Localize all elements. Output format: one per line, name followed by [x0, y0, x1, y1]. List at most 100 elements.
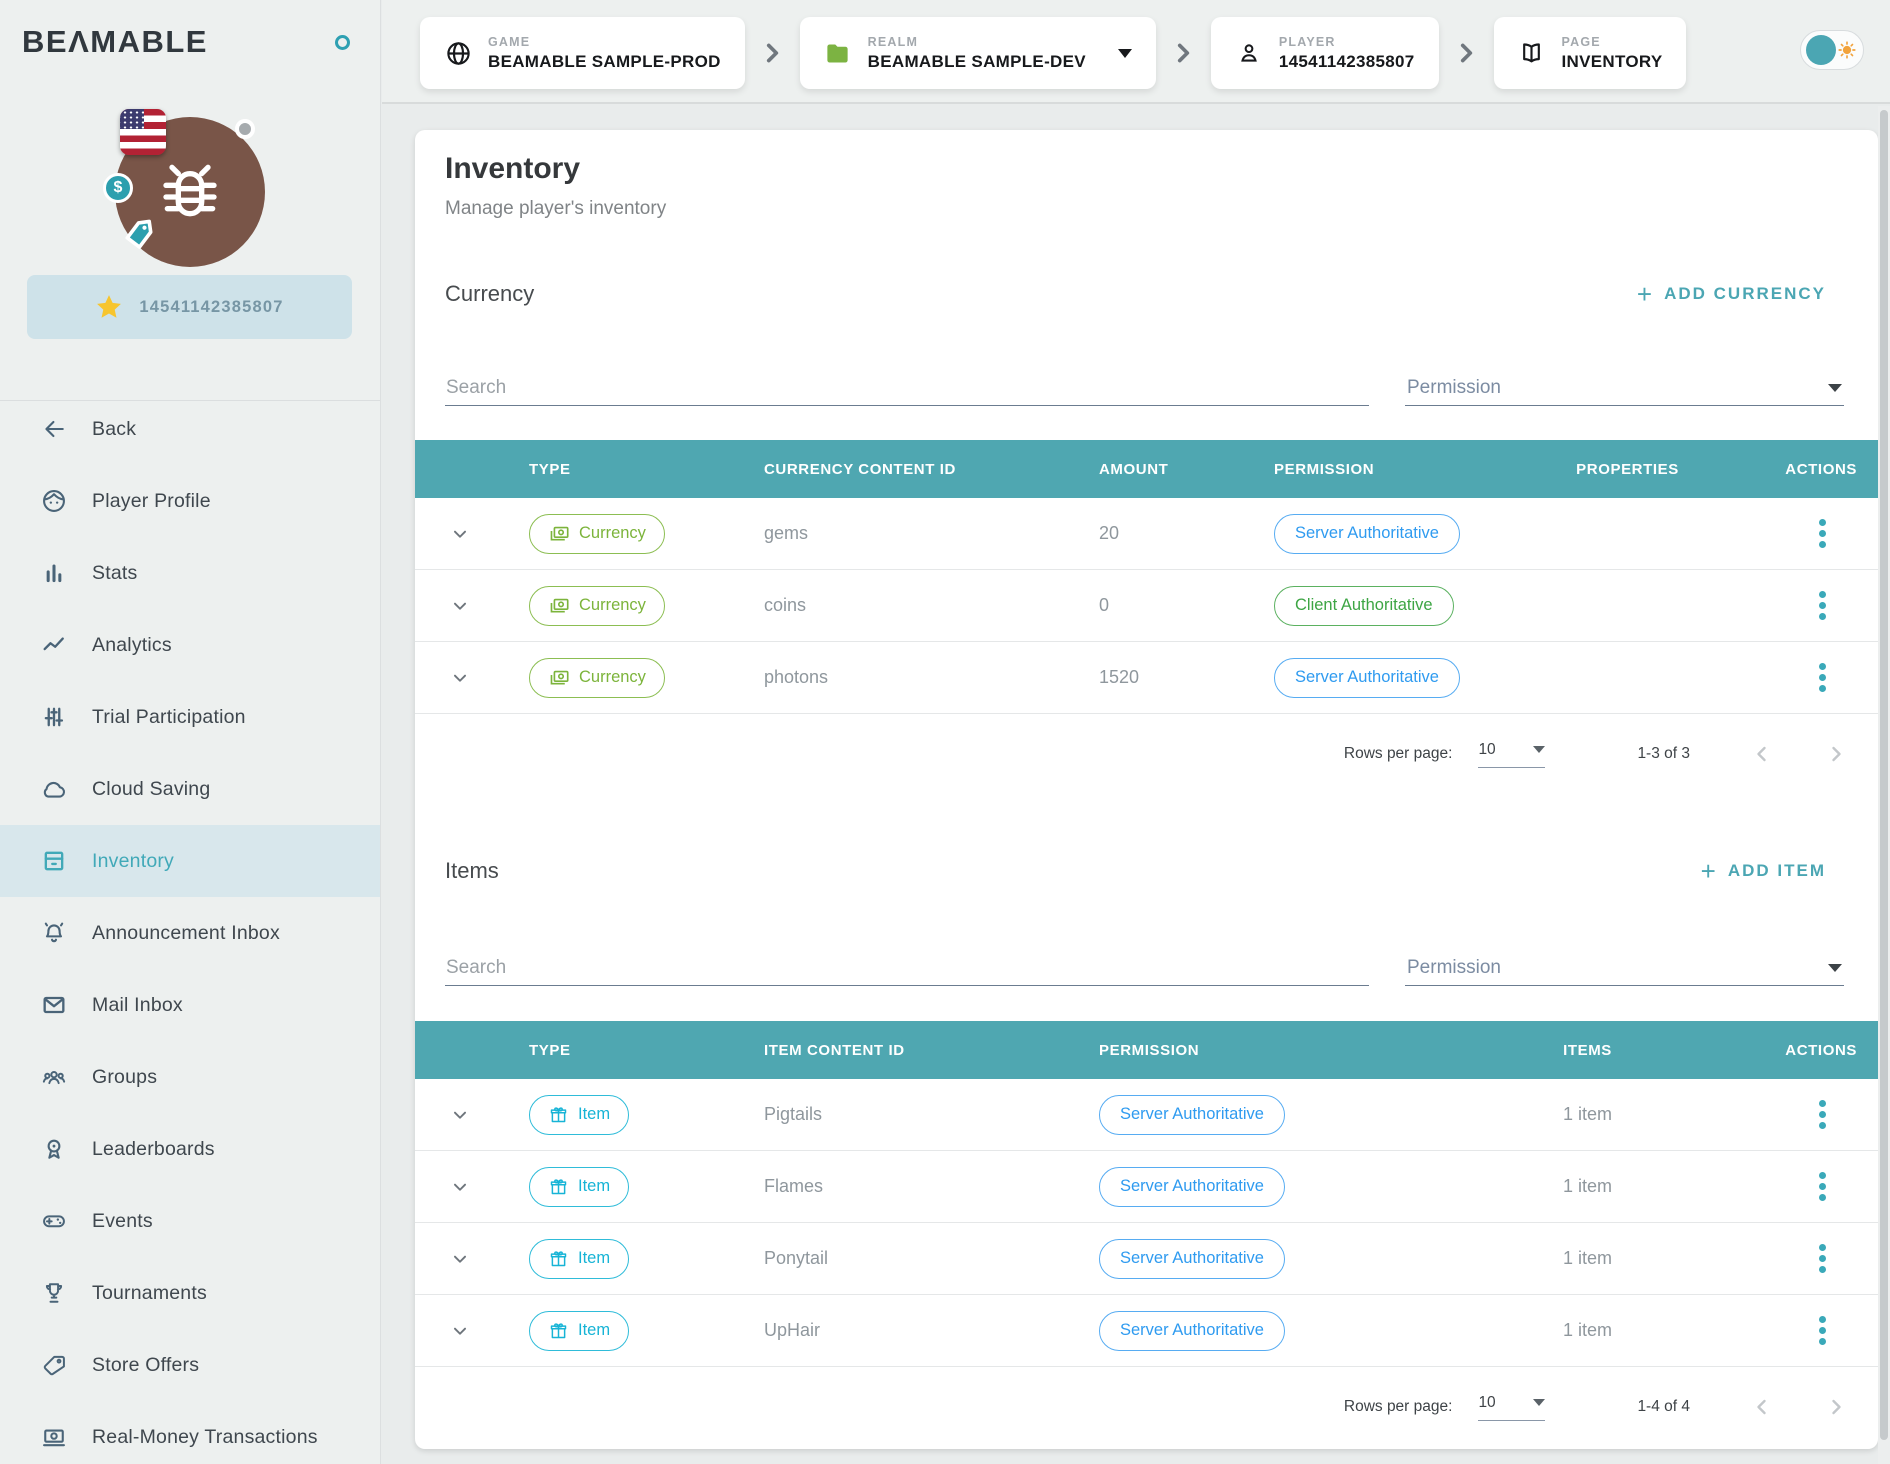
currency-type-badge: Currency — [529, 514, 665, 554]
row-actions-kebab-icon[interactable] — [1815, 515, 1830, 552]
tag-badge-icon — [119, 215, 160, 256]
sidebar-item-announcement-inbox[interactable]: Announcement Inbox — [0, 897, 380, 969]
items-filters: Permission — [445, 948, 1844, 986]
sidebar-item-analytics[interactable]: Analytics — [0, 609, 380, 681]
status-ring-icon — [335, 35, 350, 50]
permission-badge: Client Authoritative — [1274, 586, 1454, 626]
banknote-icon — [548, 523, 570, 545]
items-table-row: Item UpHair Server Authoritative 1 item — [415, 1295, 1878, 1367]
row-actions-kebab-icon[interactable] — [1815, 587, 1830, 624]
items-table-row: Item Flames Server Authoritative 1 item — [415, 1151, 1878, 1223]
item-count: 1 item — [1475, 1248, 1700, 1269]
items-pagination: Rows per page: 10 1-4 of 4 — [415, 1367, 1878, 1447]
currency-amount: 20 — [1075, 523, 1250, 544]
arrow-left-icon — [40, 415, 68, 443]
add-currency-button[interactable]: + ADD CURRENCY — [1631, 280, 1832, 308]
currency-content-id: gems — [740, 523, 1075, 544]
expand-chevron-icon[interactable] — [449, 1248, 471, 1270]
chevron-down-icon — [1828, 384, 1842, 392]
currency-search-input[interactable] — [445, 371, 1369, 406]
medal-icon — [40, 1135, 68, 1163]
next-page-button[interactable] — [1824, 742, 1848, 766]
previous-page-button[interactable] — [1750, 1395, 1774, 1419]
currency-table-row: Currency coins 0 Client Authoritative — [415, 570, 1878, 642]
item-type-badge: Item — [529, 1167, 629, 1207]
expand-chevron-icon[interactable] — [449, 667, 471, 689]
currency-amount: 0 — [1075, 595, 1250, 616]
sidebar-item-tournaments[interactable]: Tournaments — [0, 1257, 380, 1329]
sidebar-item-cloud-saving[interactable]: Cloud Saving — [0, 753, 380, 825]
currency-type-badge: Currency — [529, 658, 665, 698]
add-item-button[interactable]: + ADD ITEM — [1695, 857, 1832, 885]
permission-badge: Server Authoritative — [1099, 1311, 1285, 1351]
sliders-icon — [40, 703, 68, 731]
expand-chevron-icon[interactable] — [449, 1320, 471, 1342]
envelope-icon — [40, 991, 68, 1019]
expand-chevron-icon[interactable] — [449, 1176, 471, 1198]
items-section-header: Items + ADD ITEM — [445, 857, 1832, 885]
row-actions-kebab-icon[interactable] — [1815, 1312, 1830, 1349]
sidebar-item-events[interactable]: Events — [0, 1185, 380, 1257]
pagination-range: 1-4 of 4 — [1637, 1398, 1690, 1416]
page-subtitle: Manage player's inventory — [445, 198, 666, 220]
currency-permission-filter[interactable]: Permission — [1405, 371, 1844, 406]
items-table-row: Item Pigtails Server Authoritative 1 ite… — [415, 1079, 1878, 1151]
bug-icon — [150, 152, 230, 232]
row-actions-kebab-icon[interactable] — [1815, 1168, 1830, 1205]
sidebar-item-real-money-transactions[interactable]: Real-Money Transactions — [0, 1401, 380, 1464]
plus-icon: + — [1701, 858, 1718, 884]
sidebar-item-mail-inbox[interactable]: Mail Inbox — [0, 969, 380, 1041]
sidebar-item-groups[interactable]: Groups — [0, 1041, 380, 1113]
currency-pagination: Rows per page: 10 1-3 of 3 — [415, 714, 1878, 794]
row-actions-kebab-icon[interactable] — [1815, 1096, 1830, 1133]
rows-per-page-select[interactable]: 10 — [1478, 1394, 1545, 1421]
star-icon — [95, 293, 123, 321]
us-flag-icon — [120, 109, 166, 155]
sidebar-item-trial-participation[interactable]: Trial Participation — [0, 681, 380, 753]
tag-icon — [40, 1351, 68, 1379]
player-avatar: $ — [115, 117, 265, 267]
row-actions-kebab-icon[interactable] — [1815, 1240, 1830, 1277]
breadcrumb-game[interactable]: GAME BEAMABLE SAMPLE-PROD — [420, 17, 745, 89]
scrollbar-thumb[interactable] — [1880, 110, 1888, 1440]
item-content-id: Pigtails — [740, 1104, 1075, 1125]
currency-table-header: TYPE CURRENCY CONTENT ID AMOUNT PERMISSI… — [415, 440, 1878, 498]
items-search-input[interactable] — [445, 951, 1369, 986]
expand-chevron-icon[interactable] — [449, 595, 471, 617]
item-count: 1 item — [1475, 1320, 1700, 1341]
gift-icon — [548, 1104, 569, 1125]
items-permission-filter[interactable]: Permission — [1405, 951, 1844, 986]
bell-icon — [40, 919, 68, 947]
rows-per-page-select[interactable]: 10 — [1478, 741, 1545, 768]
sidebar-item-store-offers[interactable]: Store Offers — [0, 1329, 380, 1401]
sidebar-item-player-profile[interactable]: Player Profile — [0, 465, 380, 537]
scrollbar-track[interactable] — [1878, 106, 1890, 1464]
chevron-down-icon[interactable] — [1118, 49, 1132, 58]
currency-heading: Currency — [445, 281, 534, 307]
sidebar-item-leaderboards[interactable]: Leaderboards — [0, 1113, 380, 1185]
expand-chevron-icon[interactable] — [449, 523, 471, 545]
theme-toggle[interactable] — [1800, 30, 1864, 70]
beamable-logo: BEΛMABLE — [22, 24, 208, 60]
currency-badge-icon: $ — [103, 173, 133, 203]
sidebar-item-back[interactable]: Back — [0, 393, 380, 465]
breadcrumb-player[interactable]: PLAYER 14541142385807 — [1211, 17, 1439, 89]
person-icon — [1235, 40, 1263, 66]
chevron-down-icon — [1533, 1399, 1545, 1406]
book-icon — [1518, 40, 1546, 67]
previous-page-button[interactable] — [1750, 742, 1774, 766]
topbar: GAME BEAMABLE SAMPLE-PROD REALM BEAMABLE… — [382, 0, 1890, 104]
next-page-button[interactable] — [1824, 1395, 1848, 1419]
row-actions-kebab-icon[interactable] — [1815, 659, 1830, 696]
sidebar-item-stats[interactable]: Stats — [0, 537, 380, 609]
sun-icon — [1836, 39, 1858, 61]
sidebar-item-inventory[interactable]: Inventory — [0, 825, 380, 897]
item-count: 1 item — [1475, 1176, 1700, 1197]
breadcrumb-realm[interactable]: REALM BEAMABLE SAMPLE-DEV — [800, 17, 1156, 89]
expand-chevron-icon[interactable] — [449, 1104, 471, 1126]
permission-badge: Server Authoritative — [1274, 514, 1460, 554]
chevron-right-icon — [1439, 40, 1494, 66]
plus-icon: + — [1637, 281, 1654, 307]
breadcrumb-page[interactable]: PAGE INVENTORY — [1494, 17, 1687, 89]
trophy-icon — [40, 1279, 68, 1307]
